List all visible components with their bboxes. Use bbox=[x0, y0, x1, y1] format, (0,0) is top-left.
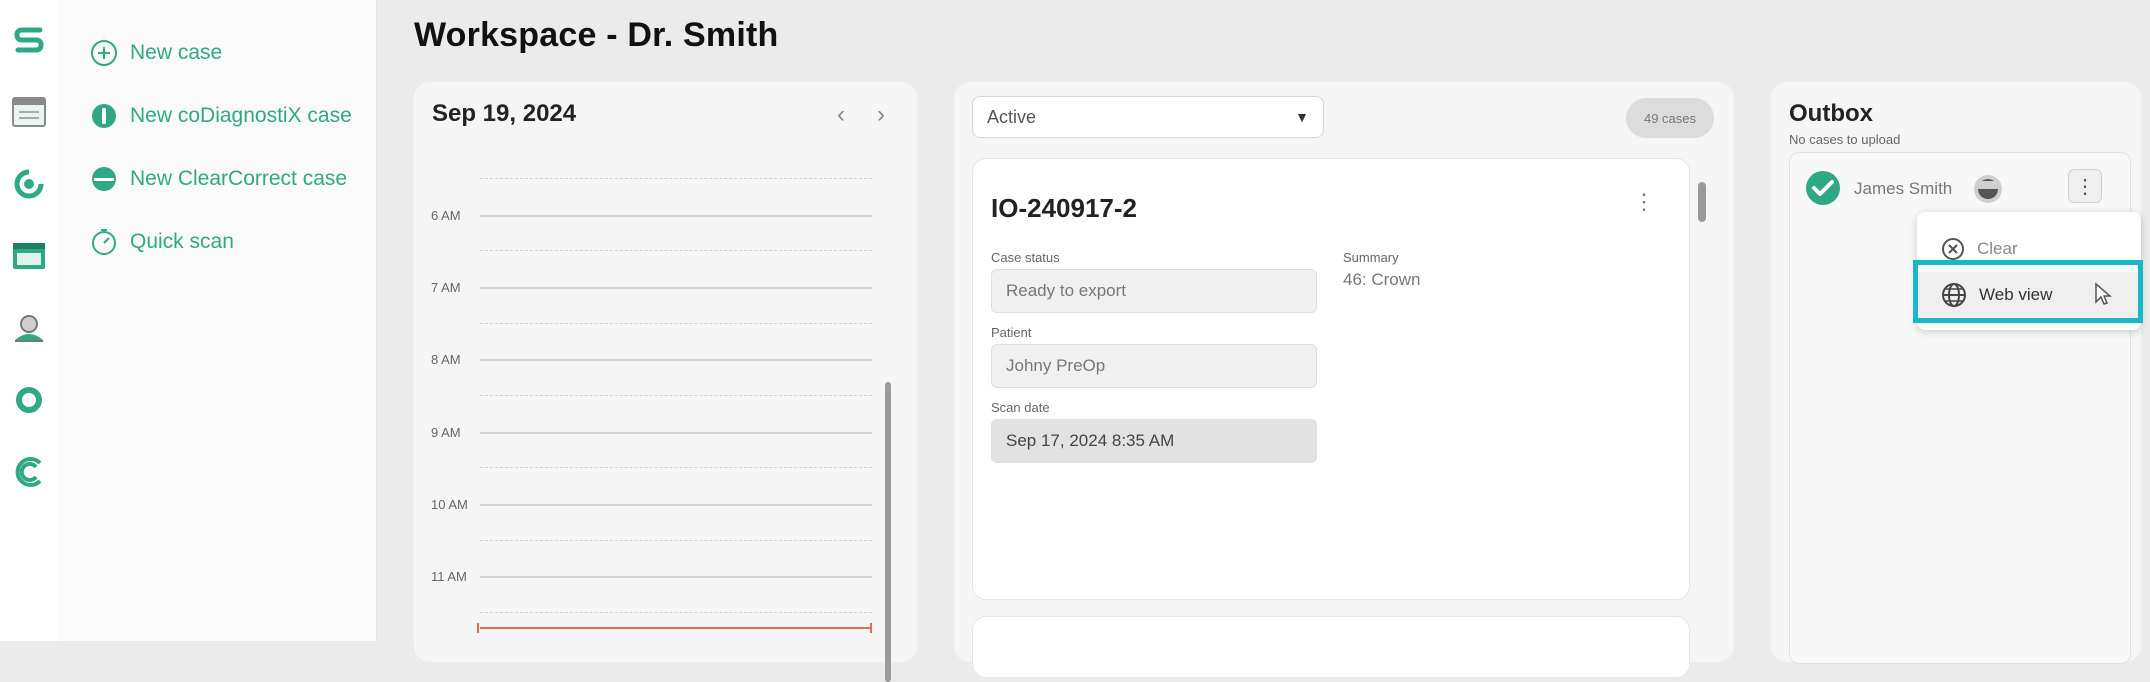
scan-date-field: Sep 17, 2024 8:35 AM bbox=[991, 419, 1317, 463]
hour-line bbox=[480, 576, 872, 578]
summary-label: Summary bbox=[1343, 250, 1399, 265]
hour-label-8am: 8 AM bbox=[431, 352, 461, 367]
hour-line bbox=[480, 359, 872, 361]
hour-line bbox=[480, 504, 872, 506]
cases-scrollbar[interactable] bbox=[1698, 182, 1706, 222]
summary-value: 46: Crown bbox=[1343, 270, 1421, 289]
current-time-line bbox=[480, 627, 872, 629]
quick-scan-button[interactable]: Quick scan bbox=[90, 222, 234, 262]
patient-field: Johny PreOp bbox=[991, 344, 1317, 388]
new-codiagnostix-case-label: New coDiagnostiX case bbox=[130, 104, 352, 127]
half-hour-line bbox=[480, 250, 872, 251]
check-circle-icon bbox=[1806, 171, 1840, 205]
half-hour-line bbox=[480, 467, 872, 468]
new-clearcorrect-case-label: New ClearCorrect case bbox=[130, 167, 348, 190]
calendar-scrollbar[interactable] bbox=[885, 382, 891, 682]
app-rail bbox=[0, 0, 59, 641]
outbox-item-more-button[interactable]: ⋮ bbox=[2068, 169, 2102, 203]
shortcut-panel: New case New coDiagnostiX case New Clear… bbox=[58, 0, 377, 641]
case-count-badge: 49 cases bbox=[1626, 98, 1714, 138]
hour-label-6am: 6 AM bbox=[431, 208, 461, 223]
outbox-item-name: James Smith bbox=[1854, 179, 1953, 198]
close-circle-icon bbox=[1942, 238, 1964, 260]
menu-item-clear-label: Clear bbox=[1977, 239, 2018, 258]
tooth-outline-icon bbox=[14, 169, 44, 199]
new-clearcorrect-case-button[interactable]: New ClearCorrect case bbox=[90, 159, 347, 199]
hour-label-9am: 9 AM bbox=[431, 425, 461, 440]
plus-circle-icon bbox=[91, 40, 117, 66]
scanner-button[interactable] bbox=[0, 82, 58, 142]
menu-item-web-view-label: Web view bbox=[1979, 285, 2053, 304]
calendar-next-button[interactable]: › bbox=[868, 101, 894, 128]
globe-icon bbox=[1942, 283, 1966, 307]
cases-button[interactable] bbox=[0, 226, 58, 286]
hour-label-11am: 11 AM bbox=[431, 569, 467, 584]
case-card[interactable] bbox=[972, 616, 1690, 678]
patient-label: Patient bbox=[991, 325, 1032, 340]
calendar-panel: Sep 19, 2024 ‹ › 6 AM 7 AM 8 AM 9 AM 10 … bbox=[414, 82, 917, 682]
case-status-field: Ready to export bbox=[991, 269, 1317, 313]
case-status-filter-value: Active bbox=[987, 106, 1037, 127]
cases-panel: Active ▼ 49 cases IO-240917-2 ⋮ Case sta… bbox=[954, 82, 1734, 678]
case-status-label: Case status bbox=[991, 250, 1060, 265]
menu-item-clear[interactable]: Clear bbox=[1917, 226, 2141, 272]
case-card[interactable]: IO-240917-2 ⋮ Case status Ready to expor… bbox=[972, 158, 1690, 600]
new-codiagnostix-case-button[interactable]: New coDiagnostiX case bbox=[90, 96, 352, 136]
case-more-menu-button[interactable]: ⋮ bbox=[1633, 189, 1655, 215]
calendar-prev-button[interactable]: ‹ bbox=[828, 101, 854, 128]
patients-button[interactable] bbox=[0, 298, 58, 358]
quick-scan-label: Quick scan bbox=[130, 230, 234, 253]
outbox-context-menu: Clear Web view bbox=[1917, 212, 2141, 330]
new-case-label: New case bbox=[130, 41, 223, 64]
page-title: Workspace - Dr. Smith bbox=[414, 16, 779, 54]
clearcorrect-icon bbox=[1974, 175, 2002, 203]
timer-icon bbox=[92, 229, 116, 255]
hour-label-10am: 10 AM bbox=[431, 497, 468, 512]
calendar-date: Sep 19, 2024 bbox=[432, 100, 577, 127]
c-logo-icon bbox=[15, 457, 42, 487]
user-scan-icon bbox=[15, 315, 43, 342]
outbox-title: Outbox bbox=[1789, 100, 1873, 127]
half-hour-line bbox=[480, 178, 872, 179]
clearcorrect-icon bbox=[92, 167, 116, 191]
outbox-subtitle: No cases to upload bbox=[1789, 132, 1901, 147]
clearcorrect-button[interactable] bbox=[0, 442, 58, 502]
case-status-filter-select[interactable]: Active ▼ bbox=[972, 96, 1324, 138]
ring-icon bbox=[16, 387, 42, 413]
codiagnostix-icon bbox=[92, 104, 116, 128]
home-logo-button[interactable] bbox=[0, 10, 58, 70]
case-id: IO-240917-2 bbox=[991, 193, 1137, 223]
mouse-pointer-icon bbox=[2095, 282, 2112, 305]
outbox-panel: Outbox No cases to upload James Smith ⋮ bbox=[1771, 82, 2141, 664]
current-time-tick-start bbox=[477, 623, 479, 633]
half-hour-line bbox=[480, 612, 872, 613]
hour-line bbox=[480, 432, 872, 434]
scan-date-label: Scan date bbox=[991, 400, 1050, 415]
chevron-down-icon: ▼ bbox=[1295, 109, 1309, 125]
hour-line bbox=[480, 287, 872, 289]
settings-button[interactable] bbox=[0, 370, 58, 430]
hour-label-7am: 7 AM bbox=[431, 280, 461, 295]
folder-icon bbox=[13, 243, 45, 269]
s-logo-icon bbox=[14, 27, 44, 53]
dental-button[interactable] bbox=[0, 154, 58, 214]
current-time-tick-end bbox=[870, 623, 872, 633]
half-hour-line bbox=[480, 395, 872, 396]
scanner-icon bbox=[12, 97, 46, 127]
hour-line bbox=[480, 215, 872, 217]
half-hour-line bbox=[480, 540, 872, 541]
new-case-button[interactable]: New case bbox=[90, 33, 222, 73]
half-hour-line bbox=[480, 323, 872, 324]
